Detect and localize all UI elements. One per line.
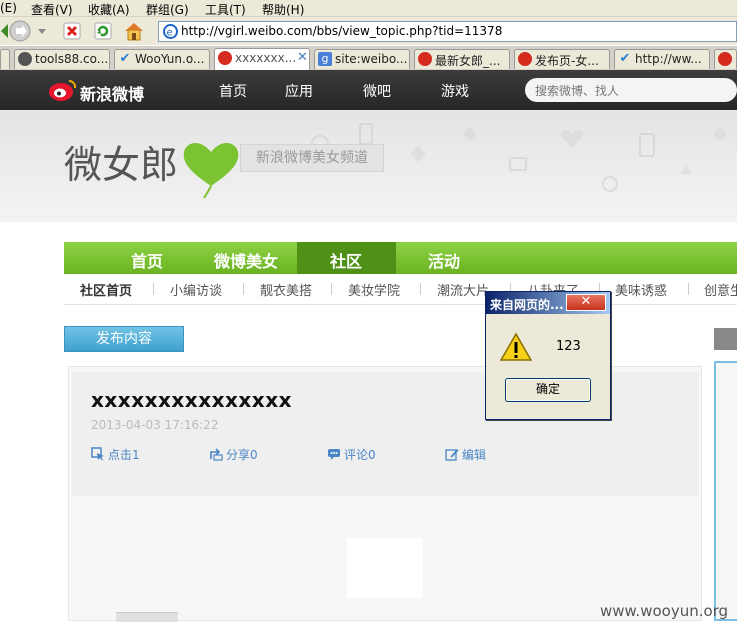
address-bar[interactable]: e http://vgirl.weibo.com/bbs/view_topic.… — [158, 21, 737, 42]
sidebar-header — [714, 328, 737, 350]
post-clicks-label: 点击1 — [108, 448, 140, 462]
dropdown-arrow-icon[interactable] — [36, 20, 48, 42]
svg-text:e: e — [167, 28, 173, 39]
watermark: www.wooyun.org — [600, 602, 729, 620]
search-input[interactable]: 搜索微博、找人 — [525, 78, 737, 102]
close-tab-icon[interactable]: ✕ — [297, 50, 308, 65]
browser-tab[interactable]: ✔ http://ww... — [614, 49, 710, 69]
ie-page-icon: e — [163, 24, 178, 39]
radiation-icon — [18, 52, 32, 66]
subnav-divider — [420, 283, 421, 295]
post-content-blank — [347, 538, 423, 598]
alert-titlebar[interactable]: 来自网页的... ✕ — [486, 292, 610, 314]
menu-tools[interactable]: 工具(T) — [205, 1, 246, 18]
search-placeholder: 搜索微博、找人 — [535, 84, 620, 98]
publish-button[interactable]: 发布内容 — [64, 326, 184, 352]
back-icon[interactable] — [0, 20, 8, 42]
close-icon: ✕ — [580, 294, 592, 309]
channel-title[interactable]: 微女郎 — [64, 134, 178, 189]
nav-home[interactable]: 首页 — [219, 81, 247, 101]
warning-icon — [500, 332, 532, 361]
stop-icon — [63, 22, 81, 40]
post-date: 2013-04-03 17:16:22 — [91, 418, 219, 432]
channel-nav-community-label: 社区 — [330, 252, 363, 271]
channel-nav-beauty[interactable]: 微博美女 — [214, 248, 278, 272]
address-url: http://vgirl.weibo.com/bbs/view_topic.ph… — [181, 24, 503, 38]
weibo-logo-icon[interactable] — [48, 78, 78, 102]
weibo-icon — [518, 52, 532, 66]
subnav-interviews[interactable]: 小编访谈 — [170, 280, 222, 299]
comment-icon — [328, 449, 340, 460]
heart-logo-icon — [183, 142, 239, 199]
subnav-divider — [688, 283, 689, 295]
post-clicks[interactable]: 点击1 — [91, 446, 140, 463]
subnav-food[interactable]: 美味诱惑 — [615, 280, 667, 299]
home-icon — [125, 23, 143, 41]
home-button[interactable] — [123, 20, 145, 42]
channel-nav-home[interactable]: 首页 — [131, 248, 163, 272]
browser-tab[interactable]: ✔ WooYun.o... — [114, 49, 210, 69]
post-edit-button[interactable]: 编辑 — [445, 446, 486, 463]
check-icon: ✔ — [619, 51, 631, 66]
post-edit-label: 编辑 — [462, 448, 487, 462]
nav-weiba[interactable]: 微吧 — [363, 81, 391, 101]
subnav-divider — [331, 283, 332, 295]
subnav-makeup[interactable]: 美妆学院 — [348, 280, 400, 299]
weibo-icon — [418, 52, 432, 66]
edit-icon — [445, 449, 459, 461]
browser-tab-active[interactable]: xxxxxxx... ✕ — [214, 48, 310, 70]
refresh-button[interactable] — [92, 20, 114, 42]
browser-tab[interactable] — [714, 49, 737, 69]
sidebar-panel — [714, 361, 737, 621]
menu-help[interactable]: 帮助(H) — [262, 1, 304, 18]
tab-scroll-left[interactable] — [0, 49, 10, 69]
subnav-creative[interactable]: 创意生 — [704, 280, 737, 299]
post-share-label: 分享0 — [226, 448, 258, 462]
google-icon: g — [318, 52, 332, 66]
browser-tab[interactable]: 发布页-女... — [514, 49, 610, 69]
browser-tab[interactable]: g site:weibo... — [314, 49, 410, 69]
browser-tab[interactable]: tools88.co... — [14, 49, 110, 69]
subnav-divider — [243, 283, 244, 295]
check-icon: ✔ — [119, 51, 131, 66]
browser-menubar: (E) 查看(V) 收藏(A) 群组(G) 工具(T) 帮助(H) — [0, 0, 737, 17]
channel-nav-events[interactable]: 活动 — [428, 248, 460, 272]
share-icon — [210, 448, 223, 461]
channel-nav-community-active[interactable]: 社区 — [297, 242, 396, 274]
community-sub-nav: 社区首页 小编访谈 靓衣美搭 美妆学院 潮流大片 八卦来了 美味诱惑 创意生 — [64, 274, 737, 305]
alert-message: 123 — [556, 339, 581, 354]
forward-icon — [9, 20, 31, 42]
browser-tab[interactable]: 最新女郎_... — [414, 49, 510, 69]
weibo-icon — [218, 51, 232, 65]
alert-title: 来自网页的... — [490, 298, 564, 312]
refresh-icon — [94, 22, 112, 40]
channel-tagline: 新浪微博美女频道 — [240, 144, 384, 172]
click-icon — [91, 447, 104, 461]
post-comment-label: 评论0 — [344, 448, 376, 462]
menu-groups[interactable]: 群组(G) — [146, 1, 189, 18]
subnav-community-home[interactable]: 社区首页 — [80, 280, 132, 299]
nav-games[interactable]: 游戏 — [441, 81, 469, 101]
subnav-photoshoots[interactable]: 潮流大片 — [437, 280, 489, 299]
channel-nav: 首页 微博美女 活动 — [64, 242, 737, 274]
post-share-button[interactable]: 分享0 — [209, 446, 258, 463]
menu-edit[interactable]: (E) — [0, 1, 17, 15]
subnav-fashion[interactable]: 靓衣美搭 — [260, 280, 312, 299]
forward-button[interactable] — [9, 20, 31, 42]
stop-button[interactable] — [61, 20, 83, 42]
menu-favorites[interactable]: 收藏(A) — [88, 1, 130, 18]
alert-dialog: 来自网页的... ✕ 123 确定 — [485, 291, 611, 420]
alert-ok-button[interactable]: 确定 — [505, 378, 591, 402]
post-title: xxxxxxxxxxxxxxx — [91, 388, 293, 412]
browser-tab-strip: tools88.co... ✔ WooYun.o... xxxxxxx... ✕… — [0, 46, 737, 71]
nav-apps[interactable]: 应用 — [285, 81, 313, 101]
menu-view[interactable]: 查看(V) — [31, 1, 73, 18]
post-comment-button[interactable]: 评论0 — [327, 446, 376, 463]
weibo-logo-text[interactable]: 新浪微博 — [80, 81, 144, 105]
weibo-icon — [718, 52, 732, 66]
alert-close-button[interactable]: ✕ — [566, 294, 606, 311]
subnav-divider — [153, 283, 154, 295]
